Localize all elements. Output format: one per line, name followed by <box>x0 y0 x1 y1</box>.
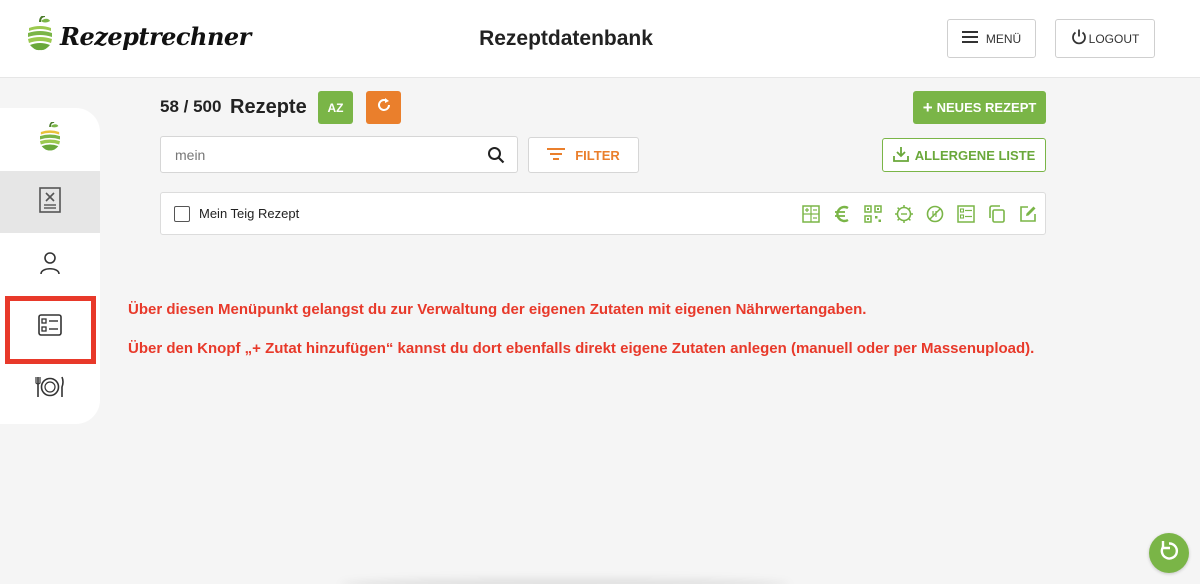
recipe-count: 58 / 500 <box>160 97 222 116</box>
sort-button[interactable]: AZ <box>318 91 353 124</box>
app-header: Rezeptrechner Rezeptdatenbank MENÜ LOGOU… <box>0 0 1200 78</box>
sidebar-item-home[interactable] <box>0 108 100 170</box>
recipe-name[interactable]: Mein Teig Rezept <box>199 206 299 221</box>
logout-label: LOGOUT <box>1088 31 1140 46</box>
checklist-icon[interactable] <box>955 203 977 225</box>
sidebar-item-meals[interactable] <box>0 358 100 420</box>
user-icon <box>39 251 61 280</box>
search-box <box>160 136 518 173</box>
calculator-icon[interactable] <box>800 203 822 225</box>
power-icon <box>1071 29 1087 48</box>
sidebar-item-users[interactable] <box>0 234 100 296</box>
allergen-list-button[interactable]: ALLERGENE LISTE <box>882 138 1046 172</box>
hamburger-icon <box>961 31 978 46</box>
reset-button[interactable] <box>366 91 401 124</box>
table-row[interactable]: Mein Teig Rezept <box>160 192 1046 235</box>
refresh-icon <box>376 97 392 118</box>
edit-icon[interactable] <box>1017 203 1039 225</box>
qr-code-icon[interactable] <box>862 203 884 225</box>
refresh-fab-button[interactable] <box>1149 533 1189 573</box>
row-actions <box>800 203 1039 225</box>
euro-icon[interactable] <box>831 203 853 225</box>
refresh-icon <box>1158 540 1180 567</box>
plate-cutlery-icon <box>35 376 65 403</box>
highlight-box <box>5 296 96 364</box>
menu-button[interactable]: MENÜ <box>947 19 1036 58</box>
recipe-book-icon <box>39 186 61 218</box>
badge-icon[interactable] <box>893 203 915 225</box>
sort-az-icon: AZ <box>327 100 344 115</box>
row-checkbox[interactable] <box>174 206 190 222</box>
sidebar <box>0 108 100 424</box>
copy-icon[interactable] <box>986 203 1008 225</box>
filter-label: FILTER <box>575 147 620 163</box>
annotation-line-1: Über diesen Menüpunkt gelangst du zur Ve… <box>128 301 867 318</box>
apple-logo-icon <box>38 120 62 157</box>
filter-button[interactable]: FILTER <box>528 137 639 173</box>
new-recipe-label: NEUES REZEPT <box>936 100 1037 115</box>
search-input[interactable] <box>161 137 479 172</box>
search-icon[interactable] <box>487 146 505 169</box>
allergen-list-label: ALLERGENE LISTE <box>914 147 1036 163</box>
annotation-line-2: Über den Knopf „+ Zutat hinzufügen“ kann… <box>128 340 1035 357</box>
download-icon <box>892 146 909 165</box>
sidebar-item-recipes[interactable] <box>0 171 100 233</box>
plus-icon: + <box>922 98 933 117</box>
recipe-count-label: Rezepte <box>230 96 307 118</box>
logout-button[interactable]: LOGOUT <box>1055 19 1155 58</box>
filter-icon <box>547 147 566 163</box>
new-recipe-button[interactable]: + NEUES REZEPT <box>913 91 1046 124</box>
menu-label: MENÜ <box>985 31 1022 46</box>
bottom-shadow <box>340 578 790 584</box>
no-sign-icon[interactable] <box>924 203 946 225</box>
